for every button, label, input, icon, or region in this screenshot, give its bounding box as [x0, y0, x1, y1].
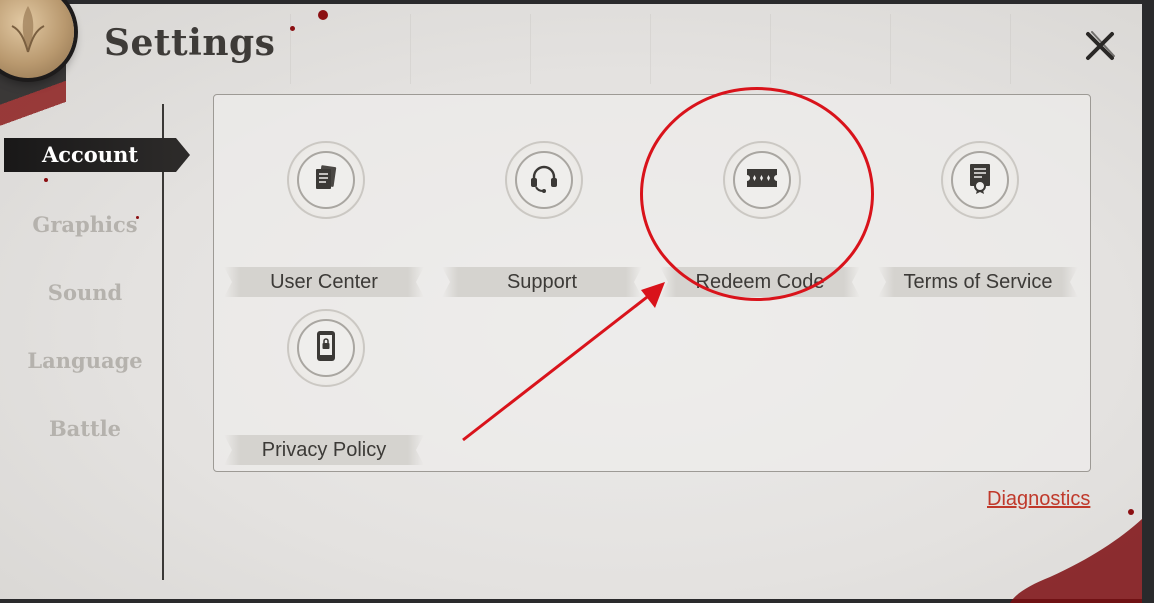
tile-label: Privacy Policy	[261, 439, 387, 461]
terms-of-service-button[interactable]: Terms of Service	[878, 129, 1078, 297]
diagnostics-link[interactable]: Diagnostics	[987, 488, 1090, 511]
blood-splatter	[290, 26, 295, 31]
sidebar-item-label: Graphics	[32, 212, 138, 237]
tile-icon-frame	[287, 141, 365, 219]
annotation-highlight-circle	[640, 87, 874, 301]
tile-label: Terms of Service	[903, 271, 1053, 293]
privacy-policy-button[interactable]: Privacy Policy	[224, 297, 424, 465]
tile-label: User Center	[270, 271, 378, 293]
sidebar-item-battle[interactable]: Battle	[0, 416, 170, 441]
tile-icon-frame	[505, 141, 583, 219]
sidebar-item-label: Account	[41, 142, 139, 167]
headset-icon	[528, 162, 560, 198]
sidebar-item-label: Battle	[48, 416, 122, 441]
support-button[interactable]: Support	[442, 129, 642, 297]
tile-icon-frame	[287, 309, 365, 387]
user-center-button[interactable]: User Center	[224, 129, 424, 297]
page-title: Settings	[104, 22, 276, 64]
sidebar-item-account[interactable]: Account	[4, 138, 190, 172]
sidebar-item-label: Sound	[47, 280, 123, 305]
sidebar-item-language[interactable]: Language	[0, 348, 170, 373]
sidebar-item-label: Language	[27, 348, 143, 373]
tile-icon-frame	[941, 141, 1019, 219]
sidebar-item-graphics[interactable]: Graphics	[0, 212, 170, 237]
blood-splatter	[318, 10, 328, 20]
certificate-icon	[965, 162, 995, 198]
settings-panel: Settings Account Graphics Sound Language…	[0, 0, 1142, 603]
close-icon	[1082, 28, 1118, 68]
wax-seal-logo	[0, 0, 74, 78]
sidebar-item-sound[interactable]: Sound	[0, 280, 170, 305]
decorative-header-band	[230, 14, 1100, 84]
blood-splatter	[1128, 509, 1134, 515]
close-button[interactable]	[1080, 28, 1120, 68]
blood-stain-corner	[1010, 519, 1142, 603]
documents-icon	[311, 163, 341, 197]
annotation-arrow	[462, 282, 665, 442]
sidebar-divider	[162, 104, 164, 580]
active-tab-arrow	[176, 138, 190, 172]
phone-lock-icon	[315, 330, 337, 366]
blood-splatter	[44, 178, 48, 182]
